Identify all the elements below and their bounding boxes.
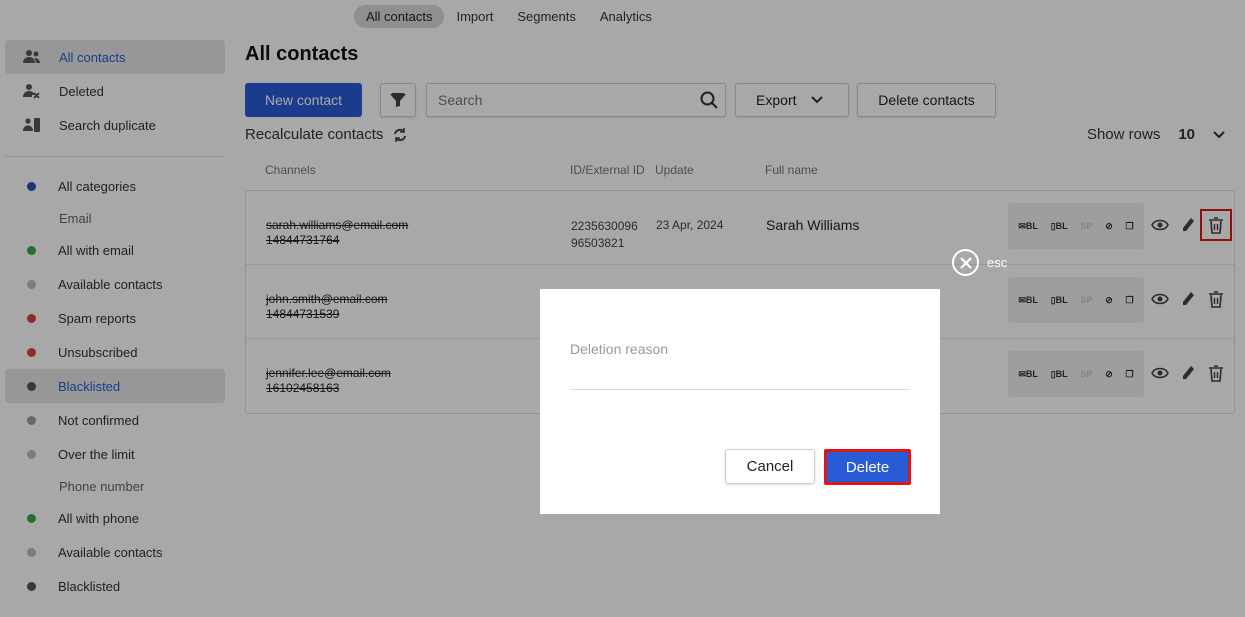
deletion-reason-label: Deletion reason (570, 341, 669, 357)
close-modal[interactable]: esc (952, 249, 1007, 276)
delete-contact-dialog: Deletion reason Cancel Delete (540, 289, 940, 514)
close-icon (952, 249, 979, 276)
esc-label: esc (987, 255, 1008, 270)
delete-button[interactable]: Delete (824, 449, 911, 485)
deletion-reason-input[interactable] (570, 389, 910, 390)
app: All contacts Import Segments Analytics A… (0, 0, 1245, 617)
cancel-button[interactable]: Cancel (725, 449, 815, 484)
